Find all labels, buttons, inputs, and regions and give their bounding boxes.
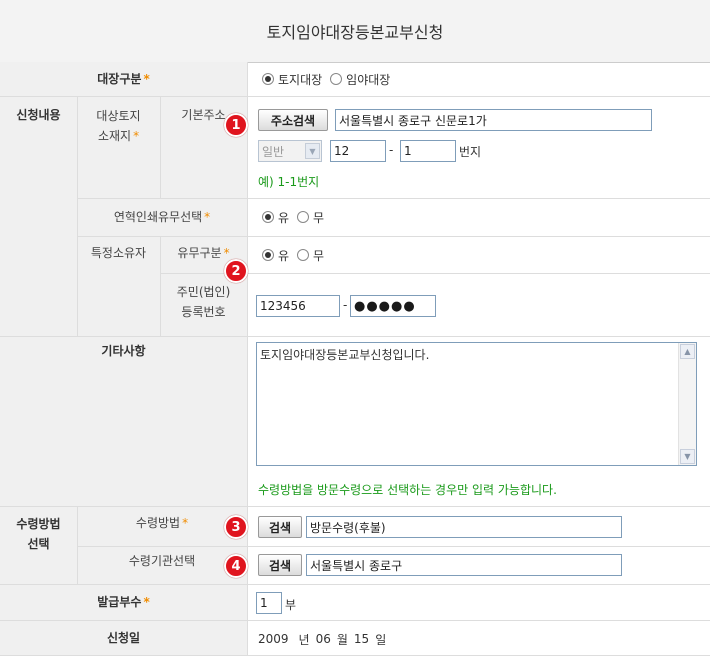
radio-owner-yes[interactable] — [262, 249, 274, 261]
page-title: 토지임야대장등본교부신청 — [0, 0, 710, 63]
other-notes-text: 토지임야대장등본교부신청입니다. — [260, 348, 430, 362]
step-badge-3: 3 — [224, 515, 248, 539]
id-front-input[interactable]: 123456 — [256, 295, 340, 317]
step-badge-1: 1 — [224, 113, 248, 137]
date-day-unit: 일 — [375, 632, 387, 647]
row-divider — [77, 236, 710, 237]
address-input[interactable]: 서울특별시 종로구 신문로1가 — [335, 109, 652, 131]
lot-example-text: 예) 1-1번지 — [258, 175, 320, 189]
scrollbar[interactable]: ▲ ▼ — [678, 343, 696, 465]
ledger-type-label: 대장구분 * — [97, 72, 150, 86]
date-year-unit: 년 — [298, 632, 310, 647]
chevron-up-icon[interactable]: ▲ — [680, 344, 695, 359]
owner-options: 유 무 — [262, 246, 462, 264]
lot-main-input[interactable]: 12 — [330, 140, 386, 162]
radio-history-yes[interactable] — [262, 211, 274, 223]
land-ledger-form: 토지임야대장등본교부신청 대장구분 * 토지대장 임야대장 신청내용 대상토지 소… — [0, 0, 710, 656]
copies-input[interactable]: 1 — [256, 592, 282, 614]
receipt-notice-text: 수령방법을 방문수령으로 선택하는 경우만 입력 가능합니다. — [258, 483, 557, 497]
row-divider — [0, 336, 710, 337]
receipt-agency-label: 수령기관선택 — [128, 554, 196, 568]
lot-unit: 번지 — [459, 145, 482, 159]
receipt-section-label: 수령방법 선택 — [16, 517, 61, 551]
receipt-method-search-button[interactable]: 검색 — [258, 516, 302, 538]
step-badge-2: 2 — [224, 259, 248, 283]
id-back-input[interactable]: ●●●●● — [350, 295, 436, 317]
application-date: 2009 년 06 월 15 일 — [258, 630, 558, 648]
row-divider — [0, 506, 710, 507]
chevron-down-icon[interactable]: ▼ — [680, 449, 695, 464]
other-notes-textarea[interactable]: 토지임야대장등본교부신청입니다. ▲ ▼ — [256, 342, 697, 466]
row-divider — [0, 96, 710, 97]
land-type-select[interactable]: 일반 ▼ — [258, 140, 322, 162]
application-section-label: 신청내용 — [16, 108, 61, 122]
application-section-bg — [0, 96, 77, 336]
receipt-agency-input[interactable]: 서울특별시 종로구 — [306, 554, 622, 576]
chevron-down-icon: ▼ — [305, 143, 320, 159]
radio-history-no[interactable] — [297, 211, 310, 223]
copies-label: 발급부수 * — [97, 595, 150, 609]
radio-owner-no[interactable] — [297, 249, 310, 261]
date-month: 06 — [315, 632, 331, 646]
lot-dash: - — [389, 143, 394, 157]
radio-label: 무 — [313, 248, 325, 263]
receipt-method-label: 수령방법 * — [135, 516, 189, 530]
specific-owner-label: 특정소유자 — [90, 246, 147, 260]
receipt-method-input[interactable]: 방문수령(후불) — [306, 516, 622, 538]
radio-label: 임야대장 — [346, 72, 391, 87]
date-month-unit: 월 — [336, 632, 348, 647]
radio-forest-ledger[interactable] — [330, 73, 343, 85]
radio-label: 무 — [313, 210, 325, 225]
history-options: 유 무 — [262, 208, 462, 226]
id-number-label: 주민(법인) 등록번호 — [176, 285, 231, 319]
receipt-agency-search-button[interactable]: 검색 — [258, 554, 302, 576]
radio-label: 유 — [278, 248, 290, 263]
date-year: 2009 — [258, 632, 289, 646]
row-divider — [247, 198, 710, 199]
id-dash: - — [343, 298, 348, 312]
ledger-type-options: 토지대장 임야대장 — [262, 70, 702, 88]
lot-sub-input[interactable]: 1 — [400, 140, 456, 162]
copies-unit: 부 — [285, 598, 297, 612]
radio-label: 유 — [278, 210, 290, 225]
row-divider — [77, 546, 710, 547]
date-day: 15 — [353, 632, 370, 646]
target-land-location-label: 대상토지 소재지 * — [96, 109, 141, 143]
application-date-label: 신청일 — [106, 630, 141, 645]
other-notes-label: 기타사항 — [101, 344, 146, 358]
history-print-label: 연혁인쇄유무선택 * — [113, 210, 211, 224]
radio-label: 토지대장 — [278, 72, 323, 87]
address-search-button[interactable]: 주소검색 — [258, 109, 328, 131]
step-badge-4: 4 — [224, 554, 248, 578]
radio-land-ledger[interactable] — [262, 73, 274, 85]
